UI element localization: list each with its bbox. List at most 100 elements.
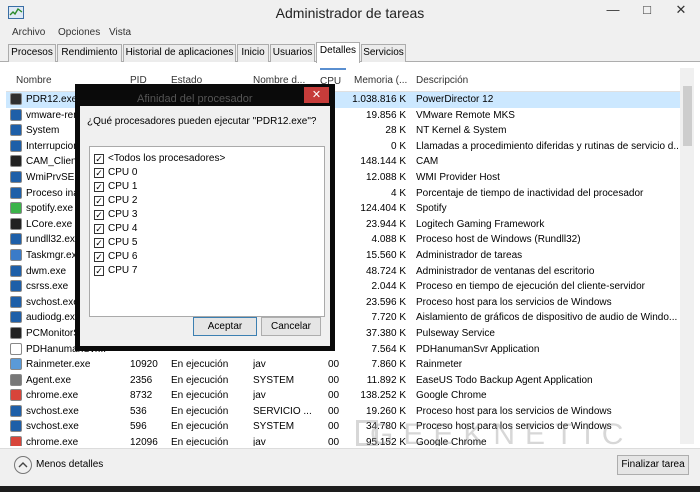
process-user: SYSTEM: [253, 421, 295, 433]
process-memory: 23.944 K: [365, 218, 406, 230]
process-cpu: 00: [328, 437, 340, 446]
column-description[interactable]: Descripción: [416, 75, 468, 86]
process-state: En ejecución: [171, 421, 229, 433]
table-row[interactable]: Agent.exe 2356 En ejecución SYSTEM 00 11.892 …: [6, 373, 682, 389]
process-description: Logitech Gaming Framework: [416, 218, 545, 230]
checkbox[interactable]: ✓: [94, 266, 104, 276]
process-memory: 15.560 K: [365, 249, 406, 261]
column-memory[interactable]: Memoria (...: [354, 75, 407, 86]
process-memory: 7.564 K: [371, 343, 406, 355]
process-name: chrome.exe: [26, 390, 79, 402]
process-icon: [10, 217, 22, 230]
process-icon: [10, 170, 22, 183]
process-icon: [10, 233, 22, 246]
process-icon: [10, 186, 22, 199]
cpu-label: CPU 7: [108, 265, 138, 276]
dialog-title: Afinidad del procesador: [137, 93, 253, 105]
process-memory: 2.044 K: [371, 281, 406, 293]
close-window-button[interactable]: ✕: [664, 0, 698, 22]
accept-button[interactable]: Aceptar: [193, 317, 257, 336]
menu-archivo[interactable]: Archivo: [12, 27, 45, 38]
process-memory: 4.088 K: [371, 234, 406, 246]
end-task-button[interactable]: Finalizar tarea: [617, 455, 689, 475]
tab-detalles[interactable]: Detalles: [316, 42, 360, 63]
checkbox[interactable]: ✓: [94, 210, 104, 220]
process-icon: [10, 373, 22, 386]
table-row[interactable]: chrome.exe 8732 En ejecución jav 00 138.252 K…: [6, 388, 682, 404]
less-details-link[interactable]: Menos detalles: [36, 459, 103, 470]
chevron-up-icon[interactable]: [14, 456, 32, 474]
process-description: Pulseway Service: [416, 327, 495, 339]
tab-historial[interactable]: Historial de aplicaciones: [123, 44, 236, 62]
process-icon: [10, 358, 22, 371]
checkbox[interactable]: ✓: [94, 238, 104, 248]
checkbox[interactable]: ✓: [94, 154, 104, 164]
process-pid: 596: [130, 421, 147, 433]
checkbox[interactable]: ✓: [94, 196, 104, 206]
process-state: En ejecución: [171, 374, 229, 386]
process-user: jav: [253, 390, 266, 402]
checkbox[interactable]: ✓: [94, 252, 104, 262]
process-state: En ejecución: [171, 437, 229, 446]
process-memory: 1.038.816 K: [352, 94, 406, 105]
process-description: VMware Remote MKS: [416, 109, 515, 121]
process-description: NT Kernel & System: [416, 125, 507, 137]
table-row[interactable]: Rainmeter.exe 10920 En ejecución jav 00 7.860…: [6, 357, 682, 373]
tab-procesos[interactable]: Procesos: [8, 44, 56, 62]
process-icon: [10, 93, 22, 105]
cpu-label: CPU 0: [108, 167, 138, 178]
process-description: Spotify: [416, 203, 447, 215]
process-description: WMI Provider Host: [416, 171, 500, 183]
tab-rendimiento[interactable]: Rendimiento: [57, 44, 122, 62]
scrollbar-thumb[interactable]: [683, 86, 692, 146]
checkbox[interactable]: ✓: [94, 168, 104, 178]
process-description: Proceso host para los servicios de Windo…: [416, 296, 612, 308]
menu-bar: Archivo Opciones Vista: [0, 26, 700, 42]
process-description: Administrador de tareas: [416, 249, 523, 261]
process-icon: [10, 248, 22, 261]
process-icon: [10, 404, 22, 417]
dialog-question: ¿Qué procesadores pueden ejecutar "PDR12…: [87, 116, 317, 127]
minimize-button[interactable]: —: [596, 0, 630, 22]
process-icon: [10, 155, 22, 168]
process-memory: 12.088 K: [365, 171, 406, 183]
process-cpu: 00: [328, 405, 340, 417]
affinity-dialog: Afinidad del procesador ✕ ¿Qué procesado…: [75, 84, 335, 351]
checkbox[interactable]: ✓: [94, 224, 104, 234]
dialog-body: ¿Qué procesadores pueden ejecutar "PDR12…: [80, 106, 330, 346]
process-icon: [10, 139, 22, 152]
process-description: PowerDirector 12: [416, 94, 494, 105]
cpu-label: CPU 5: [108, 237, 138, 248]
process-icon: [10, 311, 22, 324]
process-icon: [10, 108, 22, 121]
process-user: jav: [253, 359, 266, 371]
checkbox[interactable]: ✓: [94, 182, 104, 192]
process-cpu: 00: [328, 359, 340, 371]
process-name: svchost.exe: [26, 405, 79, 417]
menu-opciones[interactable]: Opciones: [58, 27, 100, 38]
column-name[interactable]: Nombre: [16, 75, 52, 86]
dialog-close-button[interactable]: ✕: [304, 87, 329, 103]
tab-servicios[interactable]: Servicios: [361, 44, 406, 62]
cancel-button[interactable]: Cancelar: [261, 317, 321, 336]
process-memory: 7.860 K: [371, 359, 406, 371]
menu-vista[interactable]: Vista: [109, 27, 131, 38]
bottom-edge: [0, 486, 700, 492]
process-icon: [10, 436, 22, 446]
process-state: En ejecución: [171, 390, 229, 402]
process-icon: [10, 326, 22, 339]
process-name: chrome.exe: [26, 437, 79, 446]
process-state: En ejecución: [171, 359, 229, 371]
process-memory: 7.720 K: [371, 312, 406, 324]
tab-usuarios[interactable]: Usuarios: [270, 44, 315, 62]
cpu-label: CPU 6: [108, 251, 138, 262]
vertical-scrollbar[interactable]: [680, 68, 694, 444]
maximize-button[interactable]: □: [630, 0, 664, 22]
process-description: Rainmeter: [416, 359, 463, 371]
process-memory: 4 K: [390, 187, 406, 199]
process-cpu: 00: [328, 390, 340, 402]
process-state: En ejecución: [171, 405, 229, 417]
process-description: Proceso host para los servicios de Windo…: [416, 405, 612, 417]
tab-inicio[interactable]: Inicio: [237, 44, 269, 62]
process-description: Llamadas a procedimiento diferidas y rut…: [416, 140, 678, 152]
